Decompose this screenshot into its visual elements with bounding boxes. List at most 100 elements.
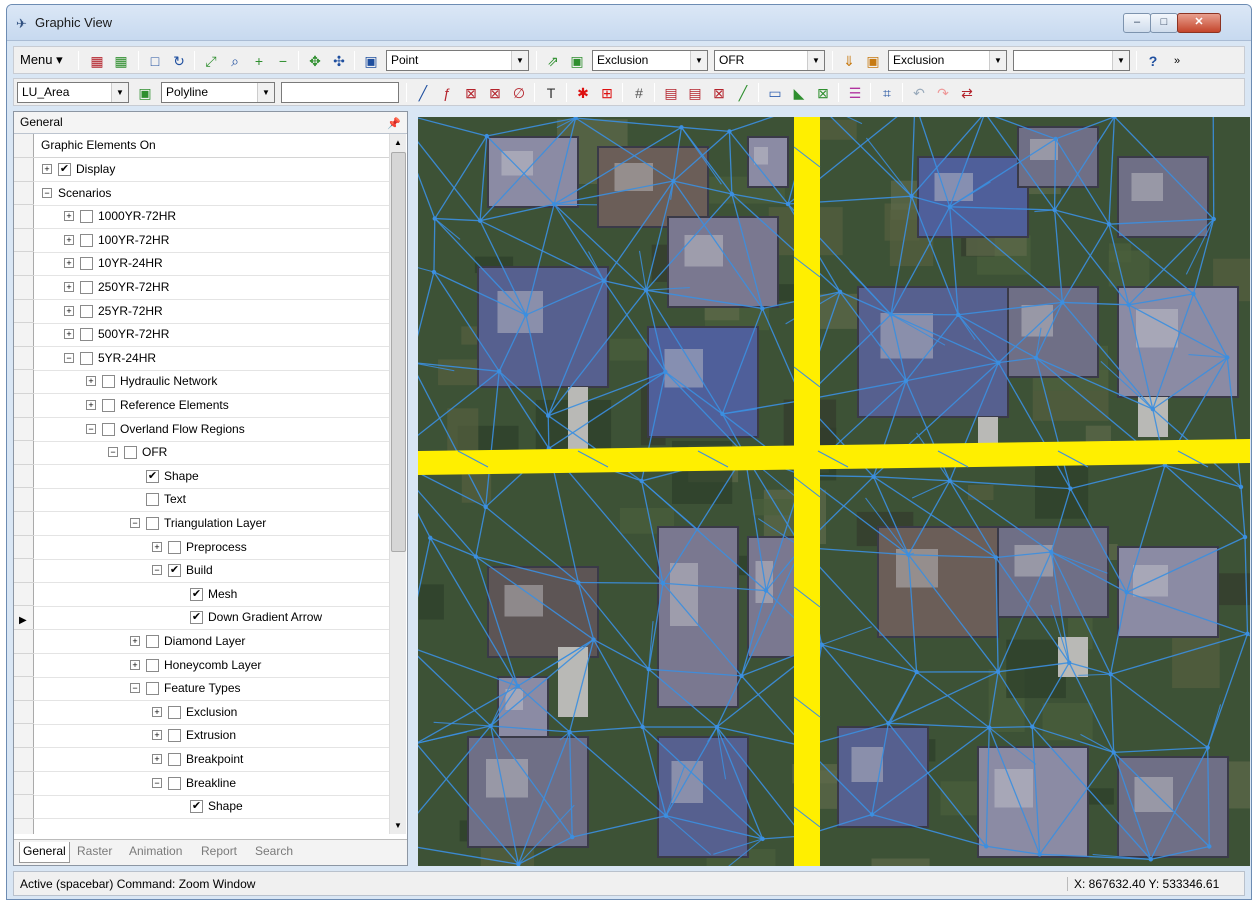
scroll-down-arrow-icon[interactable]: ▼: [390, 817, 406, 834]
tree-row[interactable]: ✔ Shape: [34, 795, 389, 820]
rectangle-icon[interactable]: □: [144, 50, 166, 71]
visibility-checkbox[interactable]: [146, 635, 159, 648]
menu-button[interactable]: Menu ▾: [20, 52, 63, 68]
visibility-checkbox[interactable]: [102, 399, 115, 412]
gutter-row[interactable]: [14, 158, 34, 182]
text-tool-icon[interactable]: T: [540, 82, 562, 103]
tab-report[interactable]: Report: [198, 842, 240, 863]
map-canvas[interactable]: [418, 117, 1250, 866]
tab-search[interactable]: Search: [252, 842, 296, 863]
expand-icon[interactable]: +: [152, 706, 162, 717]
tree-row[interactable]: + Exclusion: [34, 701, 389, 725]
draw-curve-icon[interactable]: ƒ: [436, 82, 458, 103]
tab-raster[interactable]: Raster: [74, 842, 115, 863]
minimize-button[interactable]: –: [1123, 13, 1151, 33]
tree-row[interactable]: + Breakpoint: [34, 748, 389, 772]
collapse-icon[interactable]: −: [86, 423, 96, 434]
tree-row[interactable]: − Triangulation Layer: [34, 512, 389, 536]
visibility-checkbox[interactable]: ✔: [190, 611, 203, 625]
command-input[interactable]: [281, 82, 399, 103]
edit-feature-icon[interactable]: ⇗: [542, 50, 564, 71]
tree-row[interactable]: + Diamond Layer: [34, 630, 389, 654]
exclusion-combo-2[interactable]: Exclusion ▼: [888, 50, 1007, 71]
expand-icon[interactable]: +: [130, 636, 140, 646]
zoom-extents-icon[interactable]: ⤢: [200, 50, 222, 71]
visibility-checkbox[interactable]: ✔: [58, 163, 71, 176]
expand-icon[interactable]: +: [152, 754, 162, 764]
visibility-checkbox[interactable]: ✔: [146, 469, 159, 483]
snap-icon[interactable]: ⌗: [876, 82, 898, 103]
zoom-in-icon[interactable]: +: [248, 50, 270, 71]
expand-icon[interactable]: +: [64, 329, 74, 340]
undo-icon[interactable]: ↶: [908, 82, 930, 103]
graphic-map-view[interactable]: [418, 117, 1250, 866]
tree-row[interactable]: + Hydraulic Network: [34, 370, 389, 395]
gutter-row[interactable]: [14, 323, 34, 347]
tree-row[interactable]: + Honeycomb Layer: [34, 654, 389, 678]
visibility-checkbox[interactable]: [146, 658, 159, 672]
shape-combo[interactable]: Polyline ▼: [161, 82, 275, 103]
swap-icon[interactable]: ⇄: [956, 82, 978, 103]
cross-box-icon[interactable]: ⊠: [812, 82, 834, 103]
tree-row[interactable]: − ✔ Build: [34, 559, 389, 584]
collapse-icon[interactable]: −: [108, 447, 118, 458]
gutter-row[interactable]: [14, 276, 34, 300]
tab-animation[interactable]: Animation: [126, 842, 185, 863]
help-icon[interactable]: ?: [1142, 50, 1164, 71]
pin-icon[interactable]: 📌: [387, 114, 401, 135]
visibility-checkbox[interactable]: [102, 422, 115, 436]
gutter-row[interactable]: [14, 677, 34, 701]
visibility-checkbox[interactable]: [146, 517, 159, 530]
visibility-checkbox[interactable]: [80, 351, 93, 365]
gutter-row[interactable]: [14, 795, 34, 819]
visibility-checkbox[interactable]: [80, 281, 93, 294]
gutter-row[interactable]: [14, 346, 34, 371]
tree-scrollbar[interactable]: ▲ ▼: [389, 134, 406, 834]
tree-row[interactable]: − Scenarios: [34, 182, 389, 206]
point-combo[interactable]: Point ▼: [386, 50, 529, 71]
tree-row[interactable]: + Reference Elements: [34, 394, 389, 418]
tab-general[interactable]: General: [19, 842, 70, 863]
visibility-checkbox[interactable]: [124, 446, 137, 460]
layer-combo[interactable]: LU_Area ▼: [17, 82, 129, 103]
hash-grid-icon[interactable]: #: [628, 82, 650, 103]
visibility-checkbox[interactable]: ✔: [190, 800, 203, 814]
visibility-checkbox[interactable]: [80, 233, 93, 247]
gutter-row[interactable]: [14, 441, 34, 465]
tree-row[interactable]: +10YR-24HR: [34, 252, 389, 277]
tree-row[interactable]: ✔ Mesh: [34, 583, 389, 607]
expand-icon[interactable]: +: [64, 305, 74, 316]
gutter-row[interactable]: [14, 653, 34, 678]
collapse-icon[interactable]: −: [130, 518, 140, 528]
draw-line-icon[interactable]: ╱: [412, 82, 434, 103]
tree-row[interactable]: − 5YR-24HR: [34, 347, 389, 371]
tree-row[interactable]: ✔ Shape: [34, 465, 389, 489]
asterisk-icon[interactable]: ✱: [572, 82, 594, 103]
feature-layer-icon[interactable]: ▣: [566, 50, 588, 71]
tree-row[interactable]: +250YR-72HR: [34, 276, 389, 300]
legend-icon[interactable]: ☰: [844, 82, 866, 103]
visibility-checkbox[interactable]: [80, 257, 93, 271]
expand-icon[interactable]: +: [130, 659, 140, 670]
visibility-checkbox[interactable]: [168, 540, 181, 554]
split-icon[interactable]: ⊞: [596, 82, 618, 103]
expand-icon[interactable]: +: [64, 282, 74, 292]
tree-row[interactable]: − Overland Flow Regions: [34, 418, 389, 442]
gutter-row[interactable]: [14, 512, 34, 536]
gutter-row[interactable]: [14, 488, 34, 512]
zoom-window-icon[interactable]: ⌕: [224, 50, 246, 71]
gutter-row[interactable]: [14, 748, 34, 772]
gutter-row[interactable]: [14, 370, 34, 394]
tree-row[interactable]: +100YR-72HR: [34, 229, 389, 253]
expand-icon[interactable]: +: [86, 400, 96, 410]
gutter-row[interactable]: [14, 700, 34, 725]
zoom-out-icon[interactable]: −: [272, 50, 294, 71]
gutter-row[interactable]: [14, 559, 34, 583]
collapse-icon[interactable]: −: [130, 683, 140, 694]
maximize-button[interactable]: □: [1150, 13, 1178, 33]
gutter-row[interactable]: [14, 394, 34, 418]
tree-row[interactable]: + Preprocess: [34, 536, 389, 560]
expand-icon[interactable]: +: [64, 211, 74, 222]
slope-icon[interactable]: ◣: [788, 82, 810, 103]
gutter-row[interactable]: [14, 181, 34, 206]
